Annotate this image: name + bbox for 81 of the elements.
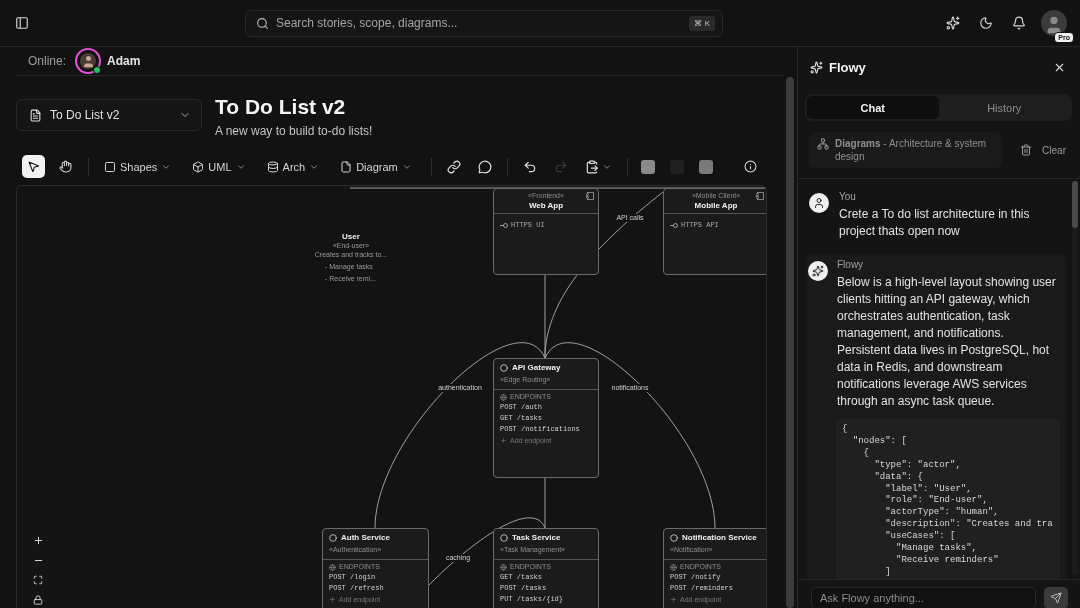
node-title: Web App	[528, 201, 564, 211]
swatch-icon[interactable]	[640, 159, 655, 174]
circle-icon	[500, 534, 508, 542]
chat-input[interactable]: Ask Flowy anything...	[811, 587, 1037, 608]
message-author: Flowy	[837, 259, 865, 271]
plus-icon	[32, 534, 44, 546]
online-label: Online:	[28, 54, 67, 68]
page-title: To Do List v2	[215, 95, 346, 119]
trash-icon	[1020, 144, 1033, 156]
interface-icon	[670, 223, 678, 228]
sparkle-icon	[810, 60, 823, 74]
toolbar-menu-button[interactable]: Shapes	[100, 155, 176, 178]
scrollbar-thumb[interactable]	[1072, 181, 1078, 228]
search-bar[interactable]: Search stories, scope, diagrams... ⌘ K	[245, 9, 723, 37]
toolbar-menu-button[interactable]: Diagram	[336, 155, 416, 178]
globe-icon	[670, 563, 677, 571]
node-title: Notification Service	[682, 533, 757, 543]
message-author: You	[839, 191, 857, 203]
pointer-icon	[27, 160, 40, 173]
hand-icon	[59, 160, 72, 173]
context-text: Diagrams - Architecture & system design	[835, 137, 988, 163]
scrollbar-thumb[interactable]	[786, 77, 794, 608]
sidebar-icon	[15, 16, 29, 30]
tab[interactable]: History	[938, 96, 1070, 119]
document-select[interactable]: To Do List v2	[16, 99, 202, 131]
node-title: API Gateway	[512, 363, 561, 373]
circle-icon	[670, 534, 678, 542]
node-title: Mobile App	[694, 201, 738, 211]
plus-icon	[329, 596, 336, 603]
moon-icon	[979, 16, 993, 30]
undo-icon	[522, 159, 537, 174]
theme-toggle-button[interactable]	[979, 16, 993, 30]
fit-view-icon	[33, 575, 43, 585]
node-title: Task Service	[512, 533, 561, 543]
circle-icon	[500, 364, 508, 372]
comment-icon	[477, 159, 492, 174]
ai-button[interactable]	[946, 16, 960, 30]
panel-title: Flowy	[829, 59, 866, 75]
globe-icon	[329, 563, 336, 571]
page-subtitle: A new way to build to-do lists!	[215, 124, 373, 138]
select-tool-button[interactable]	[22, 155, 45, 178]
bell-icon	[1012, 16, 1026, 30]
toolbar-menu-button[interactable]: Arch	[262, 155, 324, 178]
user-name: Adam	[107, 54, 141, 68]
node-title: User	[342, 232, 360, 241]
swatch-icon[interactable]	[698, 159, 713, 174]
sparkle-icon	[946, 16, 960, 30]
lock-icon	[33, 595, 43, 605]
component-icon	[586, 192, 594, 200]
search-icon	[256, 16, 269, 30]
network-icon	[817, 138, 829, 150]
notifications-button[interactable]	[1012, 16, 1026, 30]
clear-button[interactable]: Clear	[1020, 144, 1066, 156]
sidebar-toggle-button[interactable]	[15, 16, 29, 30]
clipboard-icon	[584, 159, 599, 174]
node-title: Auth Service	[341, 533, 390, 543]
square-icon	[104, 160, 116, 173]
globe-icon	[500, 563, 507, 571]
file-icon	[340, 160, 353, 173]
search-field[interactable]: Search stories, scope, diagrams...	[276, 16, 683, 30]
message-text: Below is a high-level layout showing user clients hitting an API gateway, which orchestrates authentication, task management, and notifications. Persistent data lives in PostgreSQL, hot data in Redis, and downstream notifications leverage AWS services through an async task queue.	[837, 274, 1057, 410]
send-icon	[1050, 592, 1063, 604]
circle-icon	[329, 534, 337, 542]
account-avatar[interactable]	[1041, 10, 1067, 36]
info-icon	[744, 160, 757, 173]
document-icon	[29, 108, 42, 122]
code-block: { "nodes": [ { "type": "actor", "data": { "label": "User", "role": "End-user", "actorType": "human", "description": "Creates and tra "useCases": [ "Manage tasks", "Receive reminders" ]	[836, 419, 1060, 579]
info-button[interactable]	[744, 160, 757, 173]
globe-icon	[500, 393, 507, 401]
redo-icon	[553, 159, 568, 174]
toolbar-menu-button[interactable]: UML	[188, 155, 250, 178]
interface-icon	[500, 223, 508, 228]
plus-icon	[500, 437, 507, 444]
shortcut-hint: ⌘ K	[689, 15, 715, 31]
tab[interactable]: Chat	[807, 96, 939, 119]
cube-icon	[192, 160, 205, 173]
send-button[interactable]	[1044, 587, 1068, 608]
link-icon	[446, 159, 461, 174]
message-text: Crete a To do list architecture in this project thats open now	[839, 206, 1031, 240]
database-icon	[266, 160, 279, 173]
plus-icon	[670, 596, 677, 603]
